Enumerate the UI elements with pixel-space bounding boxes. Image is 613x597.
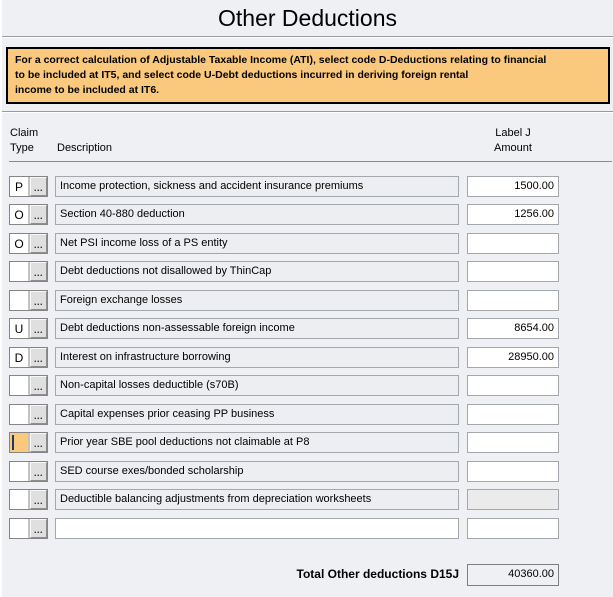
- claim-type-control: O ...: [9, 233, 48, 254]
- description-field: Foreign exchange losses: [55, 290, 459, 311]
- browse-ellipsis-button[interactable]: ...: [30, 291, 47, 310]
- deduction-row-1: P ... Income protection, sickness and ac…: [2, 176, 613, 197]
- total-row: Total Other deductions D15J 40360.00: [2, 564, 613, 586]
- deduction-row-10: ... Prior year SBE pool deductions not c…: [2, 432, 613, 453]
- deduction-row-2: O ... Section 40-880 deduction 1256.00: [2, 204, 613, 225]
- description-field: Debt deductions not disallowed by ThinCa…: [55, 261, 459, 282]
- description-field: Net PSI income loss of a PS entity: [55, 233, 459, 254]
- deduction-row-9: ... Capital expenses prior ceasing PP bu…: [2, 404, 613, 425]
- deduction-row-8: ... Non-capital losses deductible (s70B): [2, 375, 613, 396]
- deduction-row-4: ... Debt deductions not disallowed by Th…: [2, 261, 613, 282]
- claim-type-control: ...: [9, 489, 48, 510]
- claim-type-input[interactable]: [10, 262, 28, 281]
- browse-ellipsis-button[interactable]: ...: [30, 519, 47, 538]
- claim-type-input-highlighted[interactable]: [10, 433, 28, 452]
- other-deductions-form: Other Deductions For a correct calculati…: [0, 0, 613, 597]
- browse-ellipsis-button[interactable]: ...: [30, 348, 47, 367]
- claim-type-input[interactable]: [10, 490, 28, 509]
- total-label: Total Other deductions D15J: [159, 567, 459, 581]
- deduction-row-6: U ... Debt deductions non-assessable for…: [2, 318, 613, 339]
- browse-ellipsis-button[interactable]: ...: [30, 462, 47, 481]
- deduction-row-12: ... Deductible balancing adjustments fro…: [2, 489, 613, 510]
- column-header-rule: [9, 161, 612, 162]
- description-field: Interest on infrastructure borrowing: [55, 347, 459, 368]
- notice-line-3: income to be included at IT6.: [15, 83, 602, 98]
- amount-input[interactable]: [467, 432, 559, 453]
- description-field: Deductible balancing adjustments from de…: [55, 489, 459, 510]
- claim-type-input[interactable]: U: [10, 319, 28, 338]
- deduction-row-7: D ... Interest on infrastructure borrowi…: [2, 347, 613, 368]
- claim-type-control: ...: [9, 375, 48, 396]
- browse-ellipsis-button[interactable]: ...: [30, 490, 47, 509]
- browse-ellipsis-button[interactable]: ...: [30, 177, 47, 196]
- claim-type-input[interactable]: [10, 376, 28, 395]
- description-field: Debt deductions non-assessable foreign i…: [55, 318, 459, 339]
- claim-type-input[interactable]: [10, 405, 28, 424]
- amount-input[interactable]: 8654.00: [467, 318, 559, 339]
- notice-line-2: to be included at IT5, and select code U…: [15, 68, 602, 83]
- deduction-row-13: ...: [2, 518, 613, 539]
- column-header-description: Description: [57, 141, 112, 156]
- amount-input[interactable]: [467, 261, 559, 282]
- description-field: Capital expenses prior ceasing PP busine…: [55, 404, 459, 425]
- browse-ellipsis-button[interactable]: ...: [30, 234, 47, 253]
- claim-type-input[interactable]: [10, 519, 28, 538]
- deduction-row-5: ... Foreign exchange losses: [2, 290, 613, 311]
- ati-notice-box: For a correct calculation of Adjustable …: [6, 47, 610, 104]
- column-header-label-j-amount: Label J Amount: [467, 126, 559, 156]
- claim-type-input[interactable]: D: [10, 348, 28, 367]
- browse-ellipsis-button[interactable]: ...: [30, 376, 47, 395]
- deduction-row-11: ... SED course exes/bonded scholarship: [2, 461, 613, 482]
- amount-input[interactable]: [467, 290, 559, 311]
- notice-line-1: For a correct calculation of Adjustable …: [15, 53, 602, 68]
- column-header-claim-type: Claim Type: [10, 126, 38, 156]
- deduction-row-3: O ... Net PSI income loss of a PS entity: [2, 233, 613, 254]
- claim-type-input[interactable]: [10, 462, 28, 481]
- page-title: Other Deductions: [2, 5, 613, 32]
- claim-type-input[interactable]: [10, 291, 28, 310]
- description-input-editable[interactable]: [55, 518, 459, 539]
- amount-input[interactable]: 28950.00: [467, 347, 559, 368]
- claim-type-control: P ...: [9, 176, 48, 197]
- amount-input[interactable]: [467, 518, 559, 539]
- amount-input[interactable]: [467, 375, 559, 396]
- browse-ellipsis-button[interactable]: ...: [30, 262, 47, 281]
- claim-type-input[interactable]: O: [10, 205, 28, 224]
- claim-type-control: U ...: [9, 318, 48, 339]
- claim-type-control: D ...: [9, 347, 48, 368]
- amount-input[interactable]: [467, 404, 559, 425]
- separator-line-middle: [2, 111, 613, 113]
- claim-type-control: ...: [9, 290, 48, 311]
- description-field: Income protection, sickness and accident…: [55, 176, 459, 197]
- claim-type-control: O ...: [9, 204, 48, 225]
- description-field: SED course exes/bonded scholarship: [55, 461, 459, 482]
- browse-ellipsis-button[interactable]: ...: [30, 319, 47, 338]
- browse-ellipsis-button[interactable]: ...: [30, 205, 47, 224]
- claim-type-input[interactable]: O: [10, 234, 28, 253]
- total-amount-field: 40360.00: [467, 564, 559, 586]
- description-field: Section 40-880 deduction: [55, 204, 459, 225]
- amount-input[interactable]: [467, 461, 559, 482]
- browse-ellipsis-button[interactable]: ...: [30, 405, 47, 424]
- claim-type-control: ...: [9, 261, 48, 282]
- amount-input[interactable]: [467, 233, 559, 254]
- amount-input[interactable]: 1500.00: [467, 176, 559, 197]
- claim-type-control: ...: [9, 461, 48, 482]
- description-field: Non-capital losses deductible (s70B): [55, 375, 459, 396]
- claim-type-control: ...: [9, 404, 48, 425]
- claim-type-input[interactable]: P: [10, 177, 28, 196]
- separator-line-top: [2, 36, 613, 38]
- claim-type-control: ...: [9, 518, 48, 539]
- amount-input-disabled: [467, 489, 559, 510]
- browse-ellipsis-button[interactable]: ...: [30, 433, 47, 452]
- description-field: Prior year SBE pool deductions not claim…: [55, 432, 459, 453]
- claim-type-control: ...: [9, 432, 48, 453]
- amount-input[interactable]: 1256.00: [467, 204, 559, 225]
